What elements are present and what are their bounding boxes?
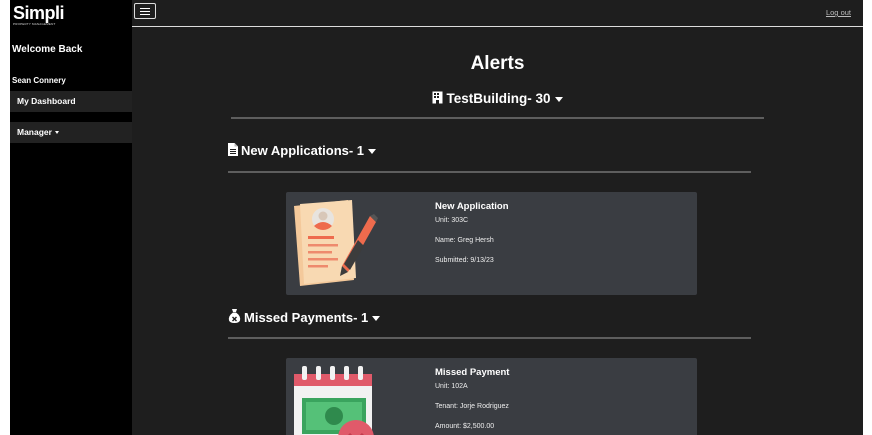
alert-card-application[interactable]: New Application Unit: 303C Name: Greg He… bbox=[286, 192, 697, 295]
logo[interactable]: Simpli PROPERTY MANAGEMENT bbox=[13, 4, 73, 26]
divider bbox=[228, 337, 751, 339]
logo-text: Simpli bbox=[13, 3, 65, 23]
application-document-icon bbox=[294, 200, 378, 286]
page-title: Alerts bbox=[470, 53, 525, 74]
caret-down-icon bbox=[54, 131, 59, 135]
section-new-applications[interactable]: New Applications- 1 bbox=[228, 143, 377, 158]
card-title: Missed Payment bbox=[435, 367, 510, 378]
user-name: Sean Connery bbox=[12, 76, 66, 85]
money-bag-icon bbox=[228, 309, 241, 323]
alert-card-payment[interactable]: Missed Payment Unit: 102A Tenant: Jorje … bbox=[286, 358, 697, 435]
divider bbox=[228, 171, 751, 173]
card-details: New Application Unit: 303C Name: Greg He… bbox=[435, 201, 509, 277]
building-dropdown[interactable]: TestBuilding- 30 bbox=[132, 91, 863, 106]
card-tenant: Tenant: Jorje Rodriguez bbox=[435, 403, 509, 410]
app-window: Simpli PROPERTY MANAGEMENT Welcome Back … bbox=[10, 0, 863, 435]
sidebar-item-label: Manager bbox=[17, 127, 52, 137]
caret-down-icon bbox=[368, 149, 377, 155]
missed-payment-calendar-icon bbox=[294, 366, 374, 435]
menu-icon bbox=[140, 7, 150, 9]
building-label: TestBuilding- 30 bbox=[446, 91, 551, 106]
sidebar-item-label: My Dashboard bbox=[17, 96, 76, 106]
menu-toggle-button[interactable] bbox=[134, 3, 156, 19]
logo-subtext: PROPERTY MANAGEMENT bbox=[13, 22, 56, 26]
card-unit: Unit: 102A bbox=[435, 383, 468, 390]
caret-down-icon bbox=[372, 316, 381, 322]
welcome-heading: Welcome Back bbox=[12, 44, 83, 55]
sidebar-item-manager[interactable]: Manager bbox=[10, 122, 132, 143]
card-name: Name: Greg Hersh bbox=[435, 237, 494, 244]
logout-link[interactable]: Log out bbox=[826, 8, 851, 17]
section-missed-payments[interactable]: Missed Payments- 1 bbox=[228, 309, 381, 325]
section-heading: New Applications- 1 bbox=[241, 143, 365, 158]
card-unit: Unit: 303C bbox=[435, 217, 469, 224]
section-heading: Missed Payments- 1 bbox=[244, 310, 369, 325]
sidebar-item-dashboard[interactable]: My Dashboard bbox=[10, 91, 132, 112]
building-icon bbox=[432, 91, 443, 104]
card-details: Missed Payment Unit: 102A Tenant: Jorje … bbox=[435, 367, 509, 435]
card-amount: Amount: $2,500.00 bbox=[435, 423, 495, 430]
caret-down-icon bbox=[554, 96, 563, 102]
card-submitted: Submitted: 9/13/23 bbox=[435, 257, 494, 264]
sidebar: Simpli PROPERTY MANAGEMENT Welcome Back … bbox=[10, 0, 132, 435]
divider bbox=[231, 117, 764, 119]
card-title: New Application bbox=[435, 201, 509, 212]
top-bar: Log out bbox=[132, 0, 863, 27]
file-icon bbox=[228, 143, 238, 156]
